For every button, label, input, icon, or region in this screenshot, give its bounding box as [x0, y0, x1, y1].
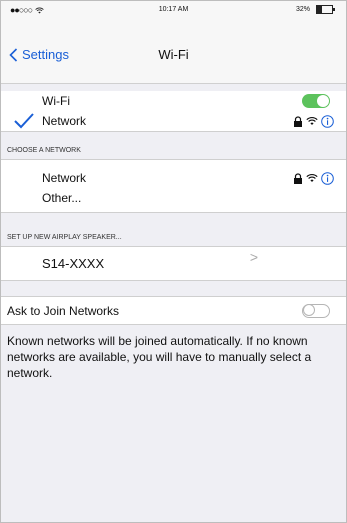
airplay-group: S14-XXXX > — [1, 246, 346, 281]
airplay-header: SET UP NEW AIRPLAY SPEAKER... — [7, 234, 122, 241]
wifi-label: Wi-Fi — [42, 94, 70, 108]
checkmark-icon — [14, 113, 34, 129]
status-bar: ●●○○○ 10:17 AM 32% — [1, 5, 346, 19]
network-name: Network — [42, 171, 87, 185]
wifi-toggle-row: Wi-Fi — [1, 91, 346, 111]
device-frame: ●●○○○ 10:17 AM 32% Settings Wi-Fi Wi-Fi … — [0, 0, 347, 523]
wifi-signal-icon — [306, 117, 318, 125]
connected-network-row[interactable]: Network — [1, 111, 346, 131]
lock-icon — [294, 172, 302, 184]
ask-join-group: Ask to Join Networks — [1, 296, 346, 325]
ask-join-row: Ask to Join Networks — [1, 297, 346, 324]
top-bar: ●●○○○ 10:17 AM 32% Settings Wi-Fi — [1, 1, 346, 84]
toggle-knob — [317, 95, 329, 107]
airplay-device-name: S14-XXXX — [42, 256, 105, 271]
toggle-knob — [303, 303, 315, 316]
page-title: Wi-Fi — [158, 47, 189, 62]
status-time: 10:17 AM — [158, 6, 189, 13]
network-icons — [293, 114, 334, 128]
wifi-signal-icon — [306, 174, 318, 182]
ask-join-toggle[interactable] — [302, 303, 330, 318]
connected-network-name: Network — [42, 114, 87, 128]
ask-join-label: Ask to Join Networks — [7, 303, 120, 318]
choose-network-group: Network Other... — [1, 159, 346, 213]
network-icons — [293, 171, 334, 185]
wifi-toggle[interactable] — [302, 94, 330, 108]
lock-icon — [294, 115, 302, 127]
info-icon[interactable] — [321, 114, 334, 128]
other-network-label: Other... — [42, 191, 82, 205]
battery-percentage: 32% — [295, 6, 310, 13]
battery-fill — [317, 6, 322, 13]
battery-status: 32% — [295, 5, 335, 14]
choose-network-header: CHOOSE A NETWORK — [7, 147, 81, 154]
footer-description: Known networks will be joined automatica… — [7, 334, 312, 380]
other-network-row[interactable]: Other... — [1, 188, 346, 208]
wifi-group: Wi-Fi Network — [1, 91, 346, 132]
airplay-device-row[interactable]: S14-XXXX > — [1, 247, 346, 280]
chevron-right-icon: > — [249, 249, 258, 265]
battery-icon — [316, 5, 335, 14]
network-row[interactable]: Network — [1, 168, 346, 188]
info-icon[interactable] — [321, 171, 334, 185]
navigation-bar: Settings Wi-Fi — [1, 47, 346, 67]
